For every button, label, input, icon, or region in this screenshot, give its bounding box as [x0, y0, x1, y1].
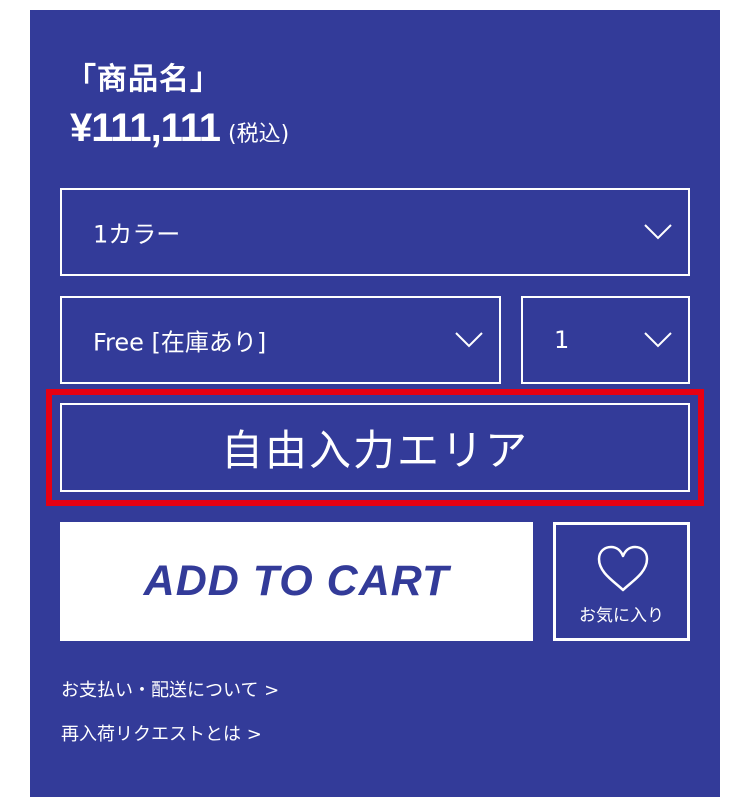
favorite-button[interactable]: お気に入り	[553, 522, 690, 641]
chevron-down-icon	[644, 332, 672, 348]
favorite-label: お気に入り	[579, 606, 664, 626]
heart-icon	[597, 545, 649, 592]
chevron-down-icon	[455, 332, 483, 348]
quantity-select[interactable]: 1	[521, 296, 690, 384]
price-row: ¥111,111 (税込)	[70, 106, 289, 151]
restock-request-link[interactable]: 再入荷リクエストとは >	[61, 720, 262, 746]
product-purchase-panel: 「商品名」 ¥111,111 (税込) 1カラー Free [在庫あり] 1 自由…	[30, 10, 720, 797]
color-select-value: 1カラー	[93, 220, 181, 249]
payment-delivery-link[interactable]: お支払い・配送について >	[61, 676, 279, 702]
free-input-area-label: 自由入力エリア	[220, 426, 529, 475]
add-to-cart-button[interactable]: ADD TO CART	[60, 522, 533, 641]
add-to-cart-label: ADD TO CART	[143, 557, 450, 605]
tax-note: (税込)	[228, 122, 290, 147]
chevron-down-icon	[644, 224, 672, 240]
size-select-value: Free [在庫あり]	[93, 328, 267, 357]
color-select[interactable]: 1カラー	[60, 188, 690, 276]
quantity-select-value: 1	[554, 326, 570, 354]
size-select[interactable]: Free [在庫あり]	[60, 296, 501, 384]
product-name: 「商品名」	[66, 62, 221, 97]
free-input-area[interactable]: 自由入力エリア	[60, 403, 690, 492]
product-price: ¥111,111	[70, 106, 221, 150]
